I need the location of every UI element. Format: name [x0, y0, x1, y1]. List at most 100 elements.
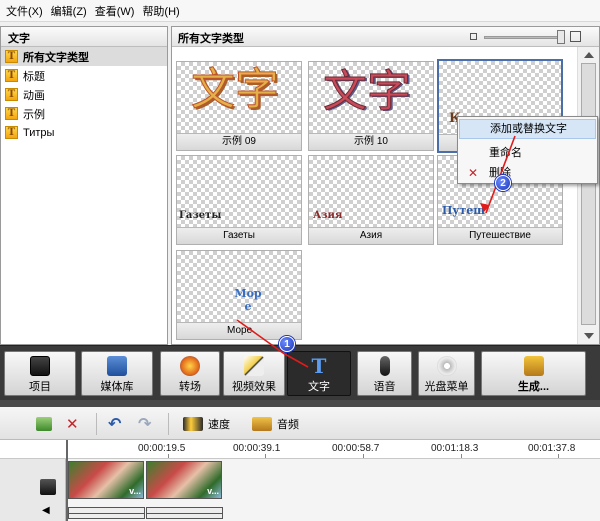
scrollbar-thumb[interactable]	[581, 63, 596, 325]
thumbnail-preview-text: 文字	[323, 66, 412, 117]
thumbnail-newspapers[interactable]: Газеты Газеты	[176, 155, 302, 245]
thumbnail-preview-text: Мор е	[234, 287, 262, 313]
zoom-slider-thumb[interactable]	[557, 30, 565, 44]
menu-help[interactable]: 帮助(H)	[139, 3, 182, 19]
video-clip[interactable]: v...	[146, 461, 222, 499]
small-size-icon[interactable]	[470, 33, 477, 40]
disc-icon	[436, 356, 457, 376]
zoom-slider-track[interactable]	[484, 36, 560, 39]
audio-clip[interactable]	[68, 507, 145, 519]
produce-house-icon	[523, 356, 544, 376]
thumbnail-label: 示例 10	[309, 133, 433, 150]
toolbar-label: 媒体库	[100, 381, 134, 393]
thumbnail-grid: 文字 示例 09 文字 示例 10 К Газеты Газеты Азия А…	[172, 47, 577, 344]
main-toolbar: 项目 媒体库 转场 视频效果 T 文字 语音 光盘菜单 生成...	[0, 345, 600, 400]
category-label: 示例	[23, 108, 45, 121]
category-label: 标题	[23, 70, 45, 83]
thumbnail-label: Путешествие	[438, 227, 562, 244]
thumbnail-preview-text: Азия	[313, 210, 343, 221]
playhead[interactable]	[66, 440, 68, 521]
video-clip[interactable]: v...	[68, 461, 144, 499]
timeline-tracks: ◀ v... v...	[0, 459, 600, 521]
category-label: 所有文字类型	[23, 51, 89, 64]
audio-label: 音频	[277, 419, 299, 431]
toolbar-label: 项目	[29, 381, 51, 393]
clip-tag: v...	[207, 486, 219, 496]
context-menu-label: 重命名	[489, 147, 522, 159]
thumbnail-preview: 文字	[309, 62, 433, 133]
undo-icon[interactable]: ↶	[108, 415, 121, 433]
category-item-titles[interactable]: T 标题	[1, 66, 167, 85]
thumbnail-preview-text: 文字	[191, 64, 280, 115]
voice-button[interactable]: 语音	[357, 351, 412, 396]
text-type-icon: T	[5, 107, 18, 120]
large-size-icon[interactable]	[570, 31, 581, 42]
ruler-label: 00:00:39.1	[233, 443, 281, 454]
thumbnail-preview: Газеты	[177, 156, 301, 227]
category-label: Титры	[23, 126, 55, 139]
category-item-animation[interactable]: T 动画	[1, 85, 167, 104]
effects-star-icon	[244, 356, 264, 376]
disc-menu-button[interactable]: 光盘菜单	[418, 351, 475, 396]
menu-edit[interactable]: 编辑(Z)	[48, 3, 90, 19]
context-menu-delete[interactable]: ✕ 删除	[459, 163, 596, 183]
menu-file[interactable]: 文件(X)	[3, 3, 46, 19]
transitions-button[interactable]: 转场	[160, 351, 220, 396]
thumbnail-scrollbar[interactable]	[577, 47, 599, 344]
category-item-all[interactable]: T 所有文字类型	[1, 47, 167, 66]
category-panel-title: 文字	[1, 27, 167, 47]
produce-button[interactable]: 生成...	[481, 351, 586, 396]
project-button[interactable]: 项目	[4, 351, 76, 396]
speed-button[interactable]: 速度	[183, 415, 230, 433]
thumbnail-panel-title: 所有文字类型	[178, 33, 244, 45]
split-clip-icon[interactable]	[36, 415, 57, 433]
text-type-icon: T	[5, 88, 18, 101]
transition-swirl-icon	[180, 356, 200, 376]
category-item-credits[interactable]: T Титры	[1, 123, 167, 142]
media-library-button[interactable]: 媒体库	[81, 351, 153, 396]
thumbnail-preview: 文字	[177, 62, 301, 133]
scroll-down-icon[interactable]	[584, 333, 594, 339]
delete-clip-icon[interactable]: ✕	[66, 415, 79, 433]
thumbnail-panel-header: 所有文字类型	[172, 27, 599, 47]
thumbnail-preview: Мор е	[177, 251, 301, 322]
thumbnail-preview-text: Путеш	[442, 204, 486, 217]
thumbnail-preview-text: Газеты	[179, 210, 222, 221]
thumbnail-label: Азия	[309, 227, 433, 244]
category-label: 动画	[23, 89, 45, 102]
thumbnail-example-10[interactable]: 文字 示例 10	[308, 61, 434, 151]
context-menu-add-replace-text[interactable]: 添加或替换文字	[459, 119, 596, 139]
scroll-up-icon[interactable]	[584, 52, 594, 58]
clip-tag: v...	[129, 486, 141, 496]
category-item-examples[interactable]: T 示例	[1, 104, 167, 123]
toolbar-label: 生成...	[517, 381, 550, 393]
ruler-label: 00:01:18.3	[431, 443, 479, 454]
video-effects-button[interactable]: 视频效果	[223, 351, 285, 396]
toolbar-label: 光盘菜单	[424, 381, 469, 393]
audio-clip[interactable]	[146, 507, 223, 519]
toolbar-label: 转场	[179, 381, 201, 393]
text-type-icon: T	[5, 69, 18, 82]
audio-button[interactable]: 音频	[252, 415, 299, 433]
time-ruler[interactable]: 00:00:19.5 00:00:39.1 00:00:58.7 00:01:1…	[0, 440, 600, 459]
toolbar-label: 语音	[373, 381, 396, 393]
thumbnail-example-09[interactable]: 文字 示例 09	[176, 61, 302, 151]
ruler-label: 00:01:37.8	[528, 443, 576, 454]
text-t-icon: T	[311, 354, 327, 378]
film-strip-icon	[107, 356, 127, 376]
context-menu-rename[interactable]: 重命名	[459, 143, 596, 163]
audio-track-speaker-icon: ◀	[42, 505, 50, 516]
menu-bar: 文件(X) 编辑(Z) 查看(W) 帮助(H)	[0, 0, 600, 22]
ruler-label: 00:00:58.7	[332, 443, 380, 454]
redo-icon[interactable]: ↷	[138, 415, 151, 433]
timeline-divider[interactable]	[0, 400, 600, 407]
menu-view[interactable]: 查看(W)	[92, 3, 138, 19]
thumbnail-panel: 所有文字类型 文字 示例 09 文字 示例 10 К Газеты Газеты…	[171, 26, 600, 345]
thumbnail-sea[interactable]: Мор е Море	[176, 250, 302, 340]
category-panel: 文字 T 所有文字类型 T 标题 T 动画 T 示例 T Титры	[0, 26, 168, 345]
clapperboard-icon	[30, 356, 50, 376]
text-button[interactable]: T 文字	[287, 351, 351, 396]
thumbnail-asia[interactable]: Азия Азия	[308, 155, 434, 245]
callout-2: 2	[495, 175, 511, 191]
thumbnail-preview: Азия	[309, 156, 433, 227]
